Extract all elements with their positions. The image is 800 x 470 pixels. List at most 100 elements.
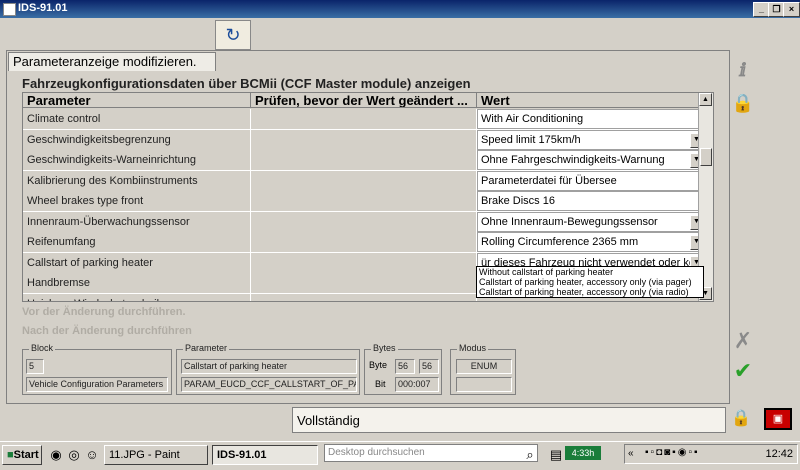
value-text: Ohne Fahrgeschwindigkeits-Warnung [481,154,665,166]
ids-label: IDS-91.01 [217,449,267,461]
window-title: IDS-91.01 [18,2,68,14]
bit-label: Bit [375,379,386,389]
lock-icon[interactable]: 🔒 [730,90,756,116]
taskbar-ids[interactable]: IDS-91.01 [212,445,318,465]
check-cell [251,211,477,232]
param-cell: Kalibrierung des Kombiinstruments [23,170,251,191]
start-button[interactable]: ■Start [2,445,42,465]
value-field[interactable]: Parameterdatei für Übersee [477,170,705,191]
scroll-thumb[interactable] [700,148,712,166]
desktop-search-input[interactable]: Desktop durchsuchen [324,444,538,462]
tray-expand-icon[interactable]: « [628,448,634,459]
de-language-icon[interactable]: ▤ [548,447,564,463]
modus-value-field: ENUM [456,359,512,374]
param-cell: Reifenumfang [23,232,251,252]
block-label: Block [29,343,56,353]
byte2-field: 56 [419,359,439,374]
confirm-check-icon[interactable]: ✔ [730,358,756,384]
param-cell: Handbremse [23,273,251,293]
list-item[interactable]: Callstart of parking heater, accessory o… [479,287,703,297]
clock: 12:42 [765,448,793,460]
value-text: With Air Conditioning [481,113,584,125]
info-icon[interactable]: ⅈ [730,58,756,84]
byte1-field: 56 [395,359,415,374]
table-row[interactable]: Wheel brakes type front Brake Discs 16 [23,191,705,212]
block-number-field: 5 [26,359,44,374]
param-cell: Callstart of parking heater [23,252,251,273]
value-text: Ohne Innenraum-Bewegungssensor [481,215,658,228]
before-change-label: Vor der Änderung durchführen. [22,306,186,318]
param-cell: Climate control [23,109,251,129]
search-icon[interactable]: ⌕ [522,447,538,463]
section-title: Fahrzeugkonfigurationsdaten über BCMii (… [22,76,471,91]
value-text: Parameterdatei für Übersee [481,174,617,187]
value-dropdown[interactable]: Ohne Fahrgeschwindigkeits-Warnung ▼ [477,150,705,170]
tray-icons[interactable]: ▪▫◘◙▪◉▫▪ [645,447,700,458]
table-row[interactable]: Climate control With Air Conditioning [23,109,705,130]
value-text: Rolling Circumference 2365 mm [481,236,639,248]
check-cell [251,252,477,273]
windows-logo-icon: ■ [7,449,14,461]
list-item[interactable]: Callstart of parking heater, accessory o… [479,277,703,287]
parameter-group: Parameter Callstart of parking heater PA… [176,343,360,395]
scroll-up-icon[interactable]: ▲ [699,93,712,106]
title-bar: IDS-91.01 _ ❐ × [0,0,800,18]
modus-label: Modus [457,343,489,353]
taskbar-paint[interactable]: 11.JPG - Paint [104,445,208,465]
parameter-name-field: Callstart of parking heater [181,359,357,374]
check-cell [251,293,477,301]
quicklaunch-ie-icon[interactable]: ◉ [48,447,64,463]
after-change-label: Nach der Änderung durchführen [22,325,192,337]
bit-field: 000:007 [395,377,439,392]
value-dropdown[interactable]: Ohne Innenraum-Bewegungssensor ▼ [477,211,705,232]
status-text: Vollständig [292,407,726,433]
system-tray: « ▪▫◘◙▪◉▫▪ 12:42 [624,444,798,464]
value-text: Speed limit 175km/h [481,133,581,146]
quicklaunch-messenger-icon[interactable]: ☺ [84,447,100,463]
check-cell [251,129,477,150]
red-lock-icon[interactable]: 🔒 [730,408,752,430]
block-group: Block 5 Vehicle Configuration Parameters [22,343,172,395]
bytes-group: Bytes Byte 56 56 Bit 000:007 [364,343,442,395]
param-cell: Geschwindigkeits-Warneinrichtung [23,150,251,170]
check-cell [251,150,477,170]
table-row[interactable]: Geschwindigkeits-Warneinrichtung Ohne Fah… [23,150,705,171]
header-check[interactable]: Prüfen, bevor der Wert geändert ... [251,93,477,108]
quicklaunch-firefox-icon[interactable]: ◎ [66,447,82,463]
param-cell: Wheel brakes type front [23,191,251,211]
cancel-icon[interactable]: ✗ [730,328,756,354]
value-field[interactable]: Brake Discs 16 [477,191,705,211]
value-dropdown[interactable]: Rolling Circumference 2365 mm ▼ [477,232,705,252]
block-name-field: Vehicle Configuration Parameters [26,377,168,392]
value-dropdown[interactable]: Speed limit 175km/h ▼ [477,129,705,150]
app-icon [3,3,16,16]
parameter-label: Parameter [183,343,230,353]
tab-modify-parameters[interactable]: Parameteranzeige modifizieren. [8,52,216,71]
check-cell [251,191,477,211]
close-button[interactable]: × [783,2,800,17]
toolbar [0,18,800,50]
red-action-button[interactable]: ▣ [764,408,792,430]
table-row[interactable]: Reifenumfang Rolling Circumference 2365 m… [23,232,705,253]
value-field[interactable]: With Air Conditioning [477,109,705,129]
header-value[interactable]: Wert [477,93,705,108]
table-row[interactable]: Kalibrierung des Kombiinstruments Paramet… [23,170,705,192]
header-parameter[interactable]: Parameter [23,93,251,108]
right-sidebar: ⅈ 🔒 ✗ ✔ [730,50,756,402]
check-cell [251,170,477,191]
table-row[interactable]: Innenraum-Überwachungssensor Ohne Innenra… [23,211,705,233]
check-cell [251,273,477,293]
table-row[interactable]: Geschwindigkeitsbegrenzung Speed limit 17… [23,129,705,151]
battery-time-badge: 4:33h [565,446,601,460]
heater-options-list[interactable]: Without callstart of parking heater Call… [476,266,704,298]
modus-group: Modus ENUM [450,343,516,395]
paint-label: 11.JPG - Paint [109,449,180,461]
list-item[interactable]: Without callstart of parking heater [479,267,703,277]
toolbox-icon[interactable]: ↻ [215,20,251,50]
check-cell [251,232,477,252]
check-cell [251,109,477,129]
grid-header: Parameter Prüfen, bevor der Wert geänder… [23,93,705,109]
byte-label: Byte [369,360,388,370]
param-cell: Innenraum-Überwachungssensor [23,211,251,232]
start-label: Start [13,449,39,461]
